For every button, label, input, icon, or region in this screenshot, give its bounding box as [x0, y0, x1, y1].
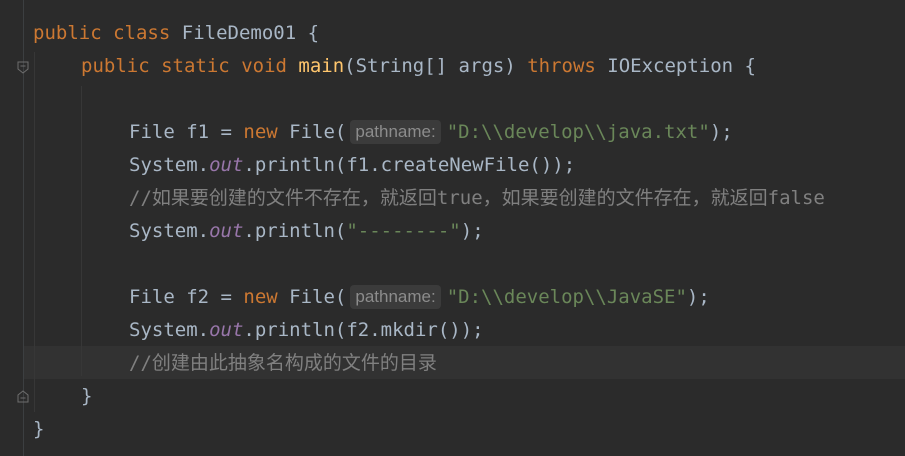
string-literal: "D:\\develop\\java.txt"	[446, 121, 710, 143]
code-text: File f2 =	[129, 286, 244, 308]
exception-type: IOException {	[595, 55, 756, 77]
code-line-2[interactable]: public static void main(String[] args) t…	[81, 50, 756, 83]
code-text: File f1 =	[129, 121, 244, 143]
method-name: main	[298, 55, 345, 77]
keyword: class	[113, 22, 171, 44]
code-line-5[interactable]: //如果要创建的文件不存在，就返回true，如果要创建的文件存在，就返回fals…	[129, 182, 825, 215]
code-line-4[interactable]: System.out.println(f1.createNewFile());	[129, 149, 575, 182]
indent-guide	[34, 52, 35, 412]
code-line-12[interactable]: }	[33, 413, 44, 446]
code-line-9[interactable]: System.out.println(f2.mkdir());	[129, 314, 484, 347]
string-literal: "--------"	[346, 220, 461, 242]
code-text: );	[460, 220, 484, 242]
code-line-10[interactable]: //创建由此抽象名构成的文件的目录	[129, 347, 437, 380]
comment: //如果要创建的文件不存在，就返回true，如果要创建的文件存在，就返回fals…	[129, 187, 825, 209]
params: (String[] args)	[344, 55, 528, 77]
brace: {	[307, 22, 320, 44]
comment: //创建由此抽象名构成的文件的目录	[129, 352, 437, 374]
indent-guide	[81, 86, 82, 376]
brace: }	[81, 385, 93, 407]
brace: }	[33, 418, 45, 440]
code-text: System.	[129, 220, 210, 242]
fold-collapse-icon[interactable]	[17, 61, 29, 74]
static-field: out	[209, 220, 244, 242]
keyword: throws	[527, 55, 596, 77]
fold-end-icon[interactable]	[17, 390, 29, 403]
code-text: );	[709, 121, 733, 143]
parameter-hint: pathname:	[350, 120, 441, 144]
code-line-6[interactable]: System.out.println("--------");	[129, 215, 484, 248]
code-text: File(	[277, 286, 347, 308]
string-literal: "D:\\develop\\JavaSE"	[446, 286, 687, 308]
code-line-3[interactable]: File f1 = new File(pathname: "D:\\develop…	[129, 116, 733, 149]
parameter-hint: pathname:	[350, 285, 441, 309]
code-text: File(	[277, 121, 347, 143]
code-text: System.	[129, 319, 210, 341]
class-name: FileDemo01	[181, 22, 297, 44]
code-text: );	[686, 286, 710, 308]
code-line-1[interactable]: public class FileDemo01 {	[33, 17, 319, 50]
keyword: void	[241, 55, 287, 77]
code-text: .println(f1.createNewFile());	[243, 154, 576, 176]
keyword: static	[161, 55, 230, 77]
code-text: System.	[129, 154, 210, 176]
keyword: public	[33, 22, 102, 44]
keyword: new	[243, 121, 278, 143]
code-line-8[interactable]: File f2 = new File(pathname: "D:\\develop…	[129, 281, 710, 314]
static-field: out	[209, 154, 244, 176]
code-editor[interactable]: public class FileDemo01 { public static …	[0, 0, 905, 456]
code-text: .println(f2.mkdir());	[243, 319, 484, 341]
code-line-11[interactable]: }	[81, 380, 92, 413]
keyword: new	[243, 286, 278, 308]
static-field: out	[209, 319, 244, 341]
code-text: .println(	[243, 220, 347, 242]
keyword: public	[81, 55, 150, 77]
